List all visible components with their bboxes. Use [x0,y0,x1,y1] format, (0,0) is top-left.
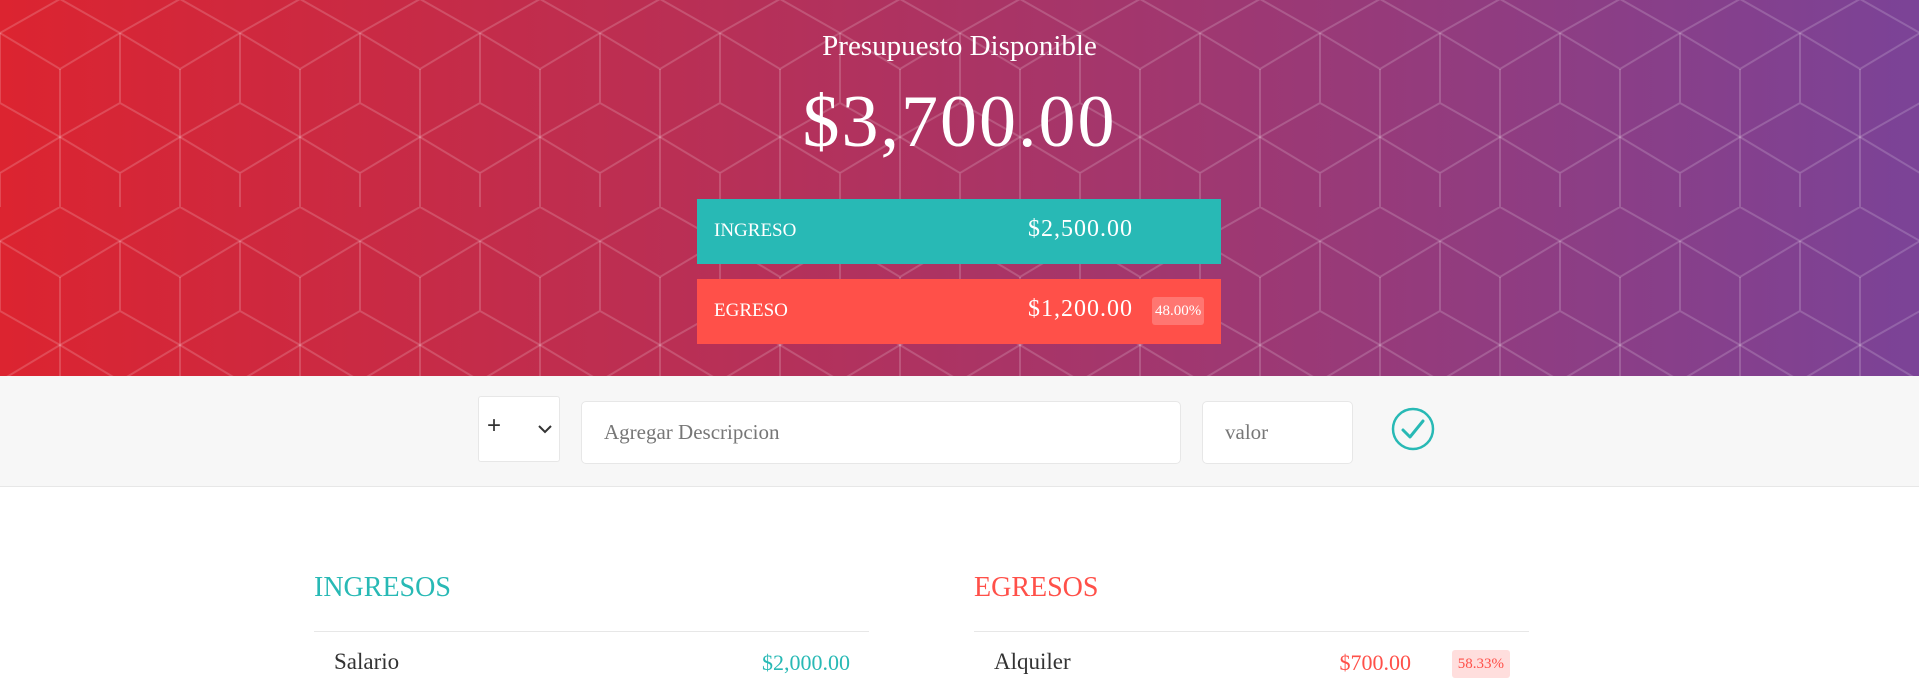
expense-summary-value: $1,200.00 [1028,296,1133,322]
income-list-title: INGRESOS [314,572,869,632]
income-summary-value: $2,500.00 [1028,216,1133,242]
entry-type-value: + [487,412,502,439]
income-list: INGRESOS Salario $2,000.00 [314,572,869,692]
entry-type-select[interactable]: + [478,396,560,462]
expense-summary: EGRESO $1,200.00 48.00% [697,279,1221,344]
expense-item-value: $700.00 [1339,650,1412,675]
available-budget-amount: $3,700.00 [802,81,1117,163]
description-input[interactable] [581,401,1181,464]
expense-item-percentage: 58.33% [1451,650,1510,678]
expense-list: EGRESOS Alquiler $700.00 58.33% [974,572,1529,692]
submit-check-icon[interactable] [1390,406,1436,452]
expense-percentage-badge: 48.00% [1152,297,1205,325]
expense-list-title: EGRESOS [974,572,1529,632]
income-item: Salario $2,000.00 [314,632,869,692]
value-input[interactable] [1202,401,1353,464]
income-item-description: Salario [334,649,400,674]
budget-header: Presupuesto Disponible $3,700.00 INGRESO… [0,0,1919,376]
income-summary-label: INGRESO [714,220,797,241]
expense-summary-label: EGRESO [714,300,788,321]
page-title: Presupuesto Disponible [822,30,1097,62]
add-entry-bar: + [0,376,1919,487]
income-item-value: $2,000.00 [762,650,850,675]
expense-item: Alquiler $700.00 58.33% [974,632,1529,692]
expense-item-description: Alquiler [994,649,1071,674]
chevron-down-icon [538,425,552,434]
income-summary: INGRESO $2,500.00 [697,199,1221,264]
